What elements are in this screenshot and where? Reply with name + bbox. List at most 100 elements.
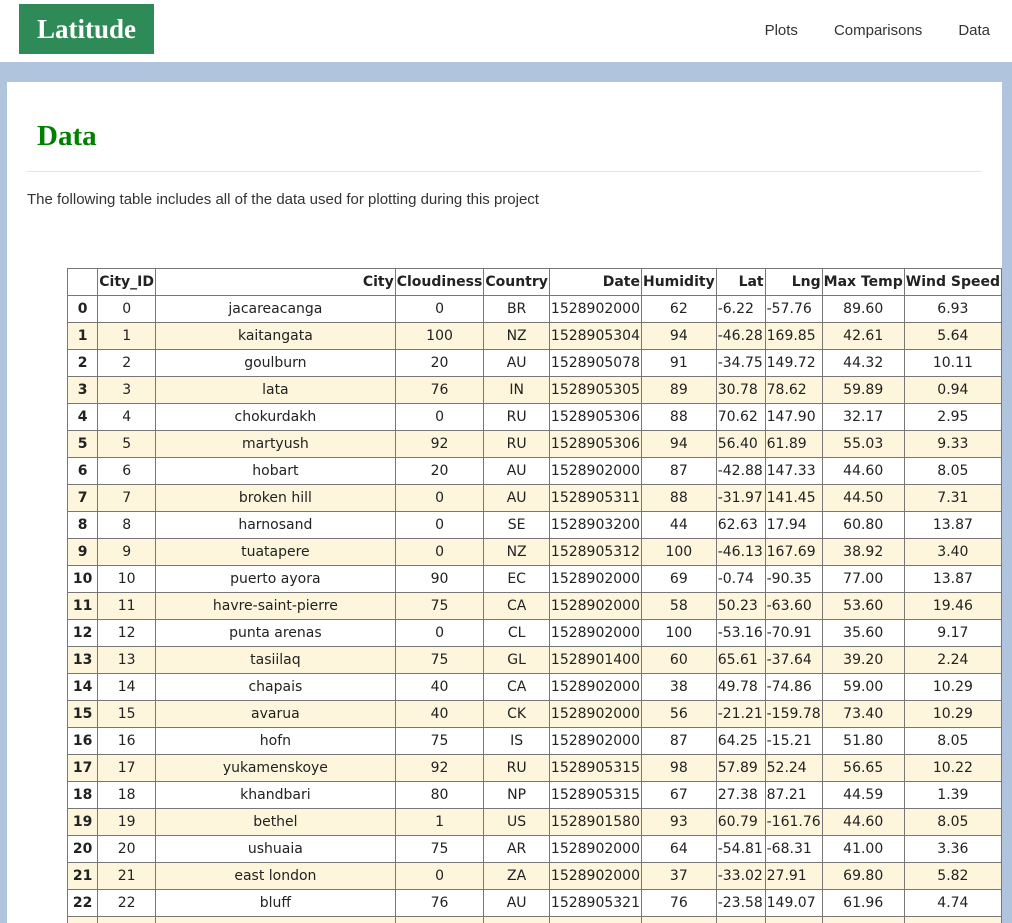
cell-max-temp: 38.92 <box>821 538 905 566</box>
row-index: 15 <box>66 700 99 728</box>
row-index: 8 <box>66 511 99 539</box>
cell-wind-speed: 8.05 <box>903 457 1002 485</box>
cell-country: RU <box>483 430 550 458</box>
cell-country <box>483 916 550 923</box>
column-header-max-temp: Max Temp <box>821 268 905 296</box>
cell-cloudiness: 40 <box>394 700 485 728</box>
cell-cloudiness: 75 <box>394 727 485 755</box>
cell-date: 1528905305 <box>548 376 642 404</box>
cell-date: 1528905315 <box>548 754 642 782</box>
row-index: 11 <box>66 592 99 620</box>
cell-city-id: 9 <box>97 538 157 566</box>
cell-wind-speed: 6.93 <box>903 295 1002 323</box>
navbar: Latitude Plots Comparisons Data <box>0 0 1012 62</box>
cell-city-id: 0 <box>97 295 157 323</box>
nav-link-data[interactable]: Data <box>958 22 990 39</box>
cell-max-temp: 77.00 <box>821 565 905 593</box>
cell-city-id: 12 <box>97 619 157 647</box>
cell-humidity: 60 <box>640 646 717 674</box>
cell-cloudiness: 0 <box>394 295 485 323</box>
nav-link-plots[interactable]: Plots <box>765 22 798 39</box>
row-index: 17 <box>66 754 99 782</box>
cell-max-temp: 61.96 <box>821 889 905 917</box>
cell-lng: 147.33 <box>764 457 823 485</box>
cell-max-temp: 55.03 <box>821 430 905 458</box>
cell-max-temp: 39.20 <box>821 646 905 674</box>
cell-lng: 149.07 <box>764 889 823 917</box>
nav-link-comparisons[interactable]: Comparisons <box>834 22 922 39</box>
cell-country: NZ <box>483 322 550 350</box>
table-row: 13 13 tasiilaq 75 GL 1528901400 60 65.61 -37.64 3… <box>66 646 1002 674</box>
row-index: 2 <box>66 349 99 377</box>
cell-lat: 62.63 <box>715 511 766 539</box>
cell-wind-speed: 9.17 <box>903 619 1002 647</box>
cell-date <box>548 916 642 923</box>
cell-lng: -15.21 <box>764 727 823 755</box>
cell-city: puerto ayora <box>155 565 396 593</box>
cell-date: 1528902000 <box>548 592 642 620</box>
cell-date: 1528902000 <box>548 565 642 593</box>
cell-city: chokurdakh <box>155 403 396 431</box>
cell-humidity: 89 <box>640 376 717 404</box>
column-header-lng: Lng <box>764 268 823 296</box>
column-header-cloudiness: Cloudiness <box>394 268 485 296</box>
cell-lat: 50.23 <box>715 592 766 620</box>
cell-wind-speed: 8.05 <box>903 808 1002 836</box>
cell-lat: -23.58 <box>715 889 766 917</box>
cell-city-id: 10 <box>97 565 157 593</box>
row-index: 3 <box>66 376 99 404</box>
cell-lng: -37.64 <box>764 646 823 674</box>
cell-lng: 78.62 <box>764 376 823 404</box>
row-index: 19 <box>66 808 99 836</box>
cell-wind-speed: 5.82 <box>903 862 1002 890</box>
cell-city: tuatapere <box>155 538 396 566</box>
cell-city-id: 5 <box>97 430 157 458</box>
cell-max-temp: 59.89 <box>821 376 905 404</box>
cell-country: CA <box>483 592 550 620</box>
cell-humidity: 98 <box>640 754 717 782</box>
row-index: 14 <box>66 673 99 701</box>
cell-humidity: 58 <box>640 592 717 620</box>
brand-logo[interactable]: Latitude <box>19 4 154 54</box>
cell-lng: 87.21 <box>764 781 823 809</box>
cell-date: 1528905304 <box>548 322 642 350</box>
cell-humidity: 69 <box>640 565 717 593</box>
cell-max-temp: 51.80 <box>821 727 905 755</box>
cell-wind-speed: 5.64 <box>903 322 1002 350</box>
cell-cloudiness: 76 <box>394 889 485 917</box>
row-index: 6 <box>66 457 99 485</box>
row-index: 18 <box>66 781 99 809</box>
cell-max-temp: 44.60 <box>821 808 905 836</box>
cell-cloudiness: 92 <box>394 754 485 782</box>
cell-lat: 49.78 <box>715 673 766 701</box>
table-row: 2 2 goulburn 20 AU 1528905078 91 -34.75 149.72 44… <box>66 349 1002 377</box>
cell-city-id: 20 <box>97 835 157 863</box>
cell-country: CA <box>483 673 550 701</box>
cell-date: 1528905321 <box>548 889 642 917</box>
intro-text: The following table includes all of the … <box>27 191 539 208</box>
cell-city: punta arenas <box>155 619 396 647</box>
cell-city-id: 3 <box>97 376 157 404</box>
cell-city: kaitangata <box>155 322 396 350</box>
page-title: Data <box>37 120 97 152</box>
cell-city: yukamenskoye <box>155 754 396 782</box>
cell-cloudiness: 92 <box>394 430 485 458</box>
cell-city-id: 11 <box>97 592 157 620</box>
cell-lng: 52.24 <box>764 754 823 782</box>
cell-humidity: 76 <box>640 889 717 917</box>
cell-city: ushuaia <box>155 835 396 863</box>
cell-country: BR <box>483 295 550 323</box>
row-index: 5 <box>66 430 99 458</box>
cell-city: havre-saint-pierre <box>155 592 396 620</box>
cell-city: broken hill <box>155 484 396 512</box>
cell-lng: -57.76 <box>764 295 823 323</box>
cell-lat: -34.75 <box>715 349 766 377</box>
cell-date: 1528902000 <box>548 700 642 728</box>
cell-wind-speed: 10.22 <box>903 754 1002 782</box>
cell-wind-speed: 7.31 <box>903 484 1002 512</box>
cell-wind-speed: 10.11 <box>903 349 1002 377</box>
cell-city-id: 1 <box>97 322 157 350</box>
cell-date: 1528905306 <box>548 403 642 431</box>
cell-city-id: 19 <box>97 808 157 836</box>
cell-cloudiness: 0 <box>394 484 485 512</box>
